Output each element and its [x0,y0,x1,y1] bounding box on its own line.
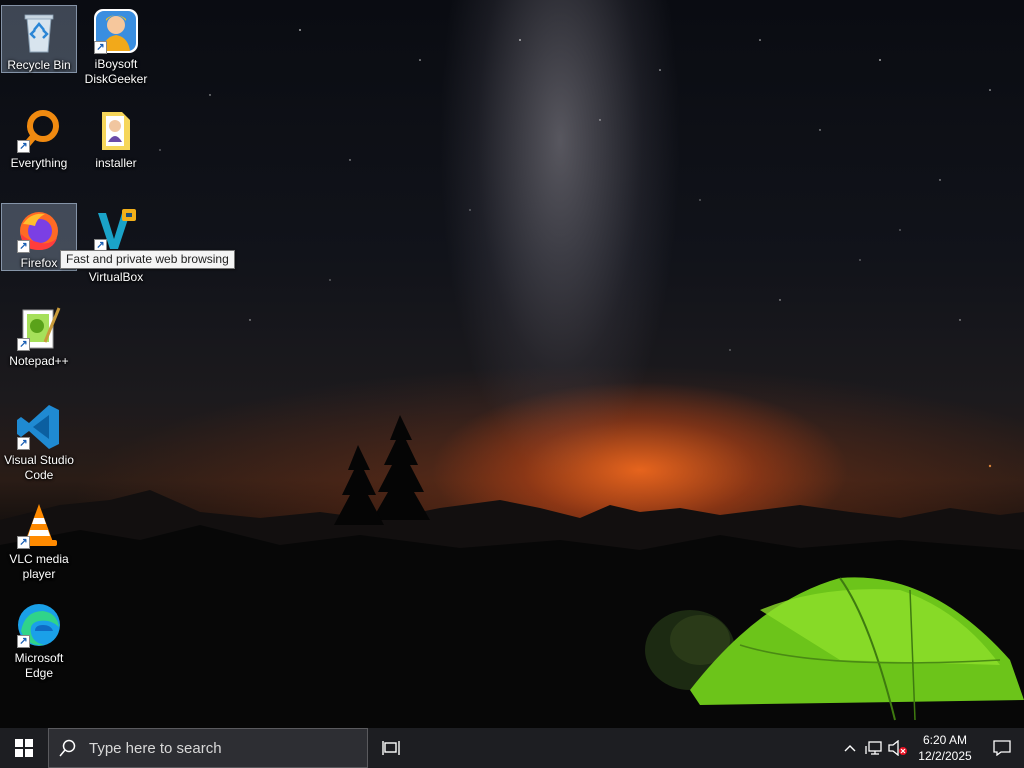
show-hidden-icons-button[interactable] [838,728,862,768]
volume-button[interactable] [886,728,910,768]
clock-date: 12/2/2025 [918,749,972,763]
task-view-icon [382,741,400,755]
taskbar: Type here to search 6:20 AM 12/2/2025 [0,728,1024,768]
clock-time: 6:20 AM [922,733,968,747]
action-center-button[interactable] [980,728,1024,768]
desktop-icon-visual-studio-code[interactable]: ↗ Visual Studio Code [1,401,77,482]
shortcut-arrow-icon: ↗ [94,41,107,54]
desktop-icon-iboysoft-diskgeeker[interactable]: ↗ iBoysoft DiskGeeker [78,5,154,86]
stars [119,29,992,468]
desktop-icon-label: installer [95,156,137,170]
installer-folder-icon [92,106,140,154]
shortcut-arrow-icon: ↗ [17,536,30,549]
desktop-icon-label: Microsoft Edge [14,651,64,680]
desktop-icon-installer[interactable]: installer [78,104,154,172]
desktop-icon-vlc-media-player[interactable]: ↗ VLC media player [1,500,77,581]
chevron-up-icon [844,745,856,752]
virtualbox-icon: ↗ [92,205,140,253]
network-button[interactable] [862,728,886,768]
desktop-icon-label: Notepad++ [9,354,69,368]
notepad-plus-plus-icon: ↗ [15,304,63,352]
windows-logo-icon [15,739,33,757]
iboysoft-diskgeeker-icon: ↗ [92,7,140,55]
recycle-bin-icon [15,8,63,56]
desktop-icon-label: Visual Studio Code [4,453,74,482]
start-button[interactable] [0,728,48,768]
taskbar-search-box[interactable]: Type here to search [48,728,368,768]
search-placeholder: Type here to search [89,739,222,757]
desktop-icon-recycle-bin[interactable]: Recycle Bin [1,5,77,73]
shortcut-arrow-icon: ↗ [17,240,30,253]
vlc-icon: ↗ [15,502,63,550]
desktop-icon-label: VirtualBox [88,270,144,284]
taskbar-clock[interactable]: 6:20 AM 12/2/2025 [910,728,980,768]
visual-studio-code-icon: ↗ [15,403,63,451]
search-icon [59,739,76,757]
task-view-button[interactable] [368,728,416,768]
desktop-icon-label: VLC media player [9,552,69,581]
desktop-icon-label: iBoysoft DiskGeeker [84,57,148,86]
everything-search-icon: ↗ [15,106,63,154]
system-tray: 6:20 AM 12/2/2025 [838,728,1024,768]
shortcut-arrow-icon: ↗ [17,635,30,648]
network-icon [865,741,882,755]
notification-icon [993,740,1011,756]
pine-trees [334,415,430,525]
shortcut-arrow-icon: ↗ [17,437,30,450]
desktop-icon-notepad-plus-plus[interactable]: ↗ Notepad++ [1,302,77,370]
desktop-icon-label: Everything [10,156,68,170]
shortcut-arrow-icon: ↗ [17,338,30,351]
firefox-icon: ↗ [15,206,63,254]
firefox-tooltip: Fast and private web browsing [60,250,235,269]
desktop-icon-label: Recycle Bin [7,58,71,72]
volume-muted-icon [888,740,907,756]
desktop-icon-everything[interactable]: ↗ Everything [1,104,77,172]
desktop-icon-microsoft-edge[interactable]: ↗ Microsoft Edge [1,599,77,680]
shortcut-arrow-icon: ↗ [17,140,30,153]
microsoft-edge-icon: ↗ [15,601,63,649]
